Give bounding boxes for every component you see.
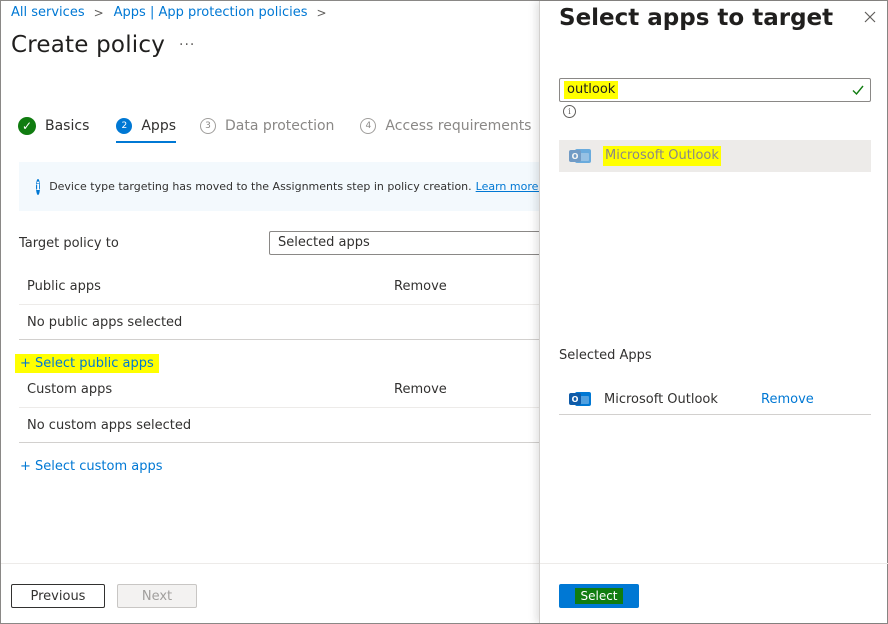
search-result-name: Microsoft Outlook <box>603 146 721 166</box>
remove-app-link[interactable]: Remove <box>761 392 814 407</box>
breadcrumb-all-services[interactable]: All services <box>11 5 85 20</box>
step-apps[interactable]: 2 Apps <box>116 115 177 143</box>
close-icon[interactable] <box>862 9 878 25</box>
table-row: No custom apps selected <box>19 408 539 443</box>
column-header-remove: Remove <box>394 279 447 294</box>
create-policy-page: All services > Apps | App protection pol… <box>1 1 539 623</box>
custom-apps-table: Custom apps Remove No custom apps select… <box>19 372 539 443</box>
step-label: Basics <box>45 118 90 134</box>
outlook-icon: O <box>569 390 591 408</box>
step-label: Access requirements <box>385 118 532 134</box>
footer-divider <box>1 563 539 564</box>
select-apps-panel: Select apps to target outlook i O Micros… <box>539 1 888 623</box>
chevron-right-icon: > <box>93 5 104 20</box>
select-public-apps-link[interactable]: + Select public apps <box>15 354 159 373</box>
step-number-icon: 2 <box>116 118 133 134</box>
table-header: Custom apps Remove <box>19 372 539 408</box>
step-basics[interactable]: ✓ Basics <box>18 115 89 137</box>
learn-more-link[interactable]: Learn more ab <box>476 180 539 193</box>
chevron-right-icon: > <box>316 5 327 20</box>
info-banner-text: Device type targeting has moved to the A… <box>49 180 472 193</box>
table-row: No public apps selected <box>19 305 539 340</box>
checkmark-icon <box>852 85 864 96</box>
target-policy-label: Target policy to <box>19 236 119 251</box>
info-icon: i <box>36 178 41 195</box>
target-policy-dropdown[interactable]: Selected apps <box>269 231 539 255</box>
selected-app-name: Microsoft Outlook <box>604 392 718 407</box>
more-options-icon[interactable]: ··· <box>179 37 195 53</box>
selected-apps-heading: Selected Apps <box>559 348 652 363</box>
column-header-public-apps: Public apps <box>27 279 101 294</box>
step-label: Apps <box>141 118 177 134</box>
breadcrumb-app-protection-policies[interactable]: Apps | App protection policies <box>114 5 308 20</box>
public-apps-table: Public apps Remove No public apps select… <box>19 269 539 340</box>
panel-title: Select apps to target <box>559 5 834 31</box>
step-label: Data protection <box>225 118 335 134</box>
search-input[interactable]: outlook <box>559 78 871 102</box>
outlook-icon: O <box>569 147 591 165</box>
step-number-icon: 4 <box>360 118 377 134</box>
step-number-icon: 3 <box>200 118 217 134</box>
select-button[interactable]: Select <box>559 584 639 608</box>
next-button[interactable]: Next <box>117 584 197 608</box>
footer-divider <box>540 563 888 564</box>
column-header-custom-apps: Custom apps <box>27 382 113 397</box>
checkmark-circle-icon: ✓ <box>18 117 36 135</box>
table-header: Public apps Remove <box>19 269 539 305</box>
search-result-item[interactable]: O Microsoft Outlook <box>559 140 871 172</box>
breadcrumb: All services > Apps | App protection pol… <box>11 5 337 20</box>
info-icon[interactable]: i <box>563 105 576 118</box>
page-title: Create policy <box>11 32 166 58</box>
previous-button[interactable]: Previous <box>11 584 105 608</box>
step-data-protection[interactable]: 3 Data protection <box>200 115 334 137</box>
column-header-remove: Remove <box>394 382 447 397</box>
info-banner: i Device type targeting has moved to the… <box>19 162 539 211</box>
step-access-requirements[interactable]: 4 Access requirements <box>360 115 531 137</box>
wizard-steps: ✓ Basics 2 Apps 3 Data protection 4 Acce… <box>18 115 539 145</box>
select-custom-apps-link[interactable]: + Select custom apps <box>15 457 168 476</box>
search-input-value: outlook <box>564 81 619 99</box>
select-button-label: Select <box>575 588 623 604</box>
selected-app-row: O Microsoft Outlook Remove <box>559 383 871 415</box>
